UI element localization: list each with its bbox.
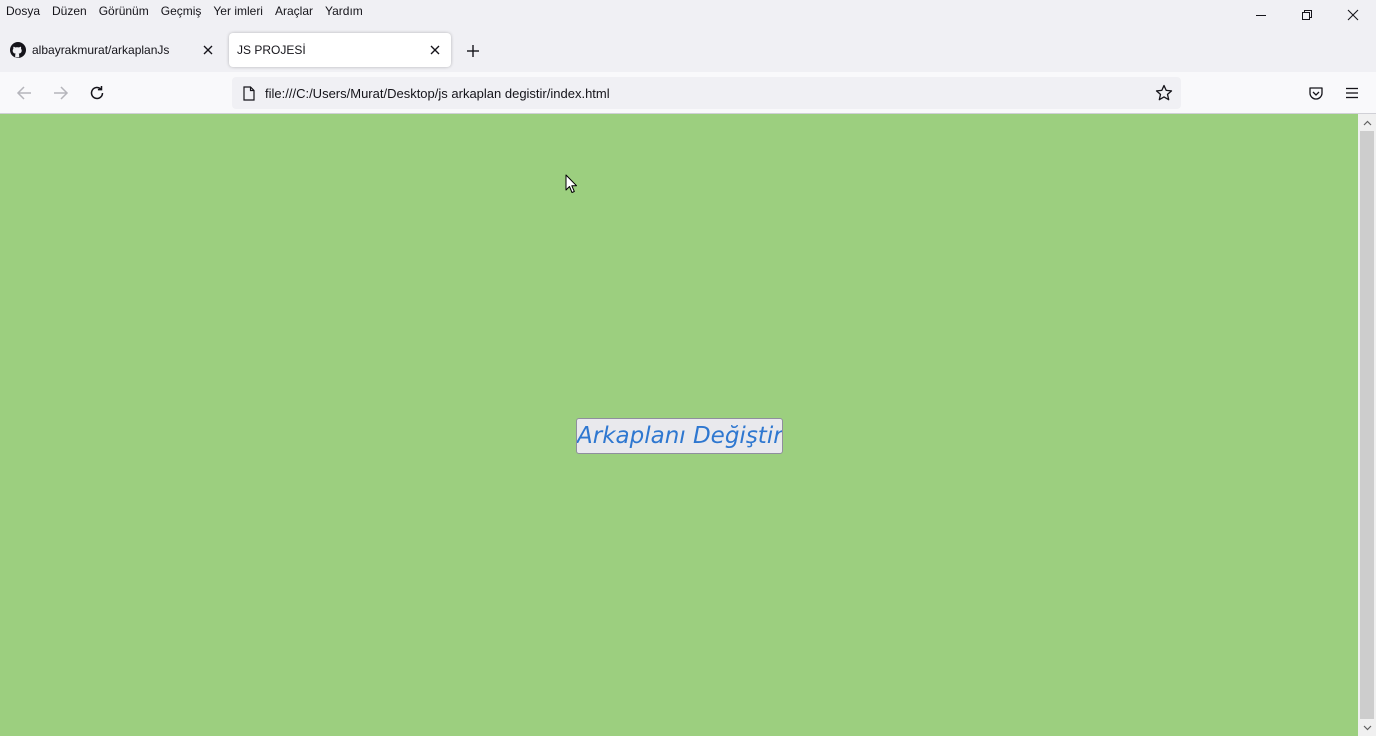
menu-item-tools[interactable]: Araçlar bbox=[275, 3, 313, 19]
menu-item-help[interactable]: Yardım bbox=[325, 3, 363, 19]
tab-title: JS PROJESİ bbox=[237, 43, 306, 57]
vertical-scrollbar[interactable] bbox=[1358, 114, 1376, 736]
scrollbar-thumb[interactable] bbox=[1360, 131, 1374, 719]
tab-title: albayrakmurat/arkaplanJs bbox=[32, 43, 170, 57]
tab-close-button[interactable] bbox=[425, 40, 445, 60]
url-bar[interactable]: file:///C:/Users/Murat/Desktop/js arkapl… bbox=[232, 77, 1181, 109]
chevron-up-icon bbox=[1363, 120, 1371, 125]
app-menu-button[interactable] bbox=[1340, 81, 1364, 105]
browser-window: Dosya Düzen Görünüm Geçmiş Yer imleri Ar… bbox=[0, 0, 1376, 736]
close-window-button[interactable] bbox=[1330, 0, 1376, 30]
plus-icon bbox=[467, 45, 479, 57]
chevron-down-icon bbox=[1363, 725, 1371, 730]
forward-arrow-icon bbox=[54, 86, 69, 100]
page-content: Arkaplanı Değiştir bbox=[0, 114, 1358, 736]
menu-item-history[interactable]: Geçmiş bbox=[161, 3, 202, 19]
menu-item-edit[interactable]: Düzen bbox=[52, 3, 87, 19]
menu-items: Dosya Düzen Görünüm Geçmiş Yer imleri Ar… bbox=[6, 3, 363, 19]
pocket-button[interactable] bbox=[1304, 81, 1328, 105]
hamburger-menu-icon bbox=[1346, 87, 1358, 99]
reload-button[interactable] bbox=[85, 81, 109, 105]
close-icon bbox=[430, 45, 440, 55]
bookmark-star-button[interactable] bbox=[1153, 82, 1175, 104]
page-icon bbox=[241, 85, 257, 101]
tab-strip: albayrakmurat/arkaplanJs JS PROJESİ bbox=[0, 30, 1376, 72]
tab-active[interactable]: JS PROJESİ bbox=[229, 33, 451, 67]
close-icon bbox=[203, 45, 213, 55]
window-controls bbox=[1238, 0, 1376, 30]
close-icon bbox=[1347, 9, 1359, 21]
scroll-down-button[interactable] bbox=[1358, 719, 1376, 736]
tab-close-button[interactable] bbox=[198, 40, 218, 60]
minimize-icon bbox=[1256, 15, 1266, 16]
restore-button[interactable] bbox=[1284, 0, 1330, 30]
star-icon bbox=[1155, 84, 1173, 101]
back-arrow-icon bbox=[16, 86, 31, 100]
menu-item-view[interactable]: Görünüm bbox=[99, 3, 149, 19]
navigation-bar: file:///C:/Users/Murat/Desktop/js arkapl… bbox=[0, 72, 1376, 114]
restore-icon bbox=[1302, 10, 1312, 20]
back-button[interactable] bbox=[12, 81, 36, 105]
pocket-icon bbox=[1309, 87, 1323, 100]
menu-bar: Dosya Düzen Görünüm Geçmiş Yer imleri Ar… bbox=[0, 0, 1376, 30]
github-icon bbox=[10, 42, 26, 58]
reload-icon bbox=[90, 86, 104, 100]
mouse-pointer-icon bbox=[565, 174, 577, 193]
url-text: file:///C:/Users/Murat/Desktop/js arkapl… bbox=[265, 86, 610, 101]
scroll-up-button[interactable] bbox=[1358, 114, 1376, 131]
menu-item-file[interactable]: Dosya bbox=[6, 3, 40, 19]
menu-item-bookmarks[interactable]: Yer imleri bbox=[213, 3, 263, 19]
minimize-button[interactable] bbox=[1238, 0, 1284, 30]
forward-button[interactable] bbox=[49, 81, 73, 105]
new-tab-button[interactable] bbox=[462, 40, 484, 62]
tab-github[interactable]: albayrakmurat/arkaplanJs bbox=[2, 33, 224, 67]
change-background-button[interactable]: Arkaplanı Değiştir bbox=[576, 418, 783, 454]
